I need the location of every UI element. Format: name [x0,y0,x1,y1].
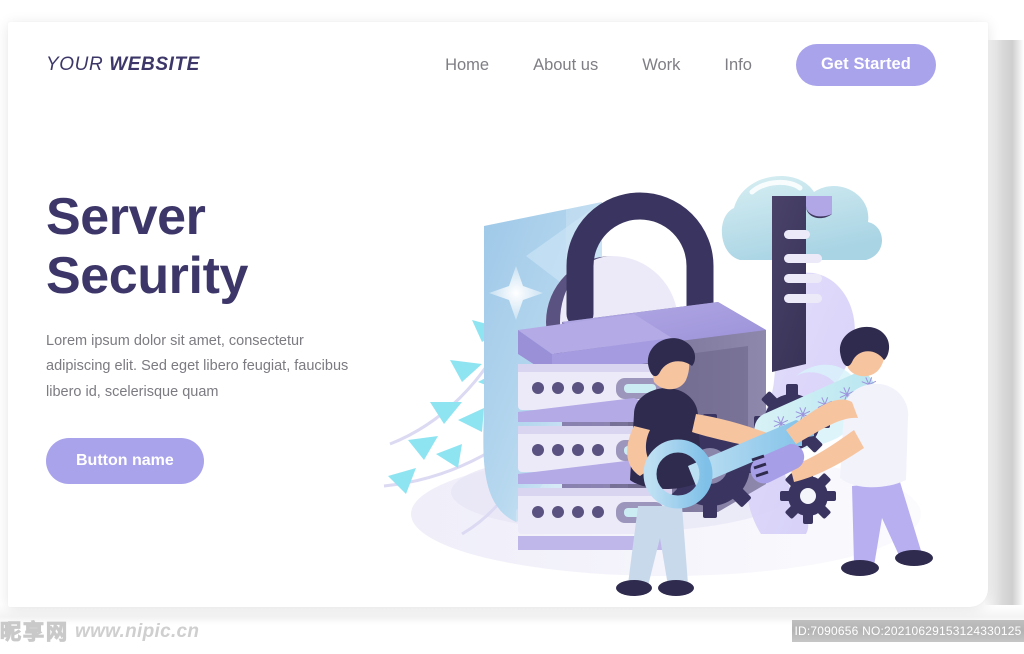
screenshot-root: YOUR WEBSITE Home About us Work Info Get… [0,0,1024,654]
site-header: YOUR WEBSITE Home About us Work Info Get… [8,22,988,108]
logo-word-bold: WEBSITE [109,54,200,75]
headline-line-2: Security [46,247,249,306]
watermark-char-1: 昵 [0,619,22,644]
site-logo[interactable]: YOUR WEBSITE [46,54,200,76]
headline-line-1: Server [46,188,206,246]
get-started-button[interactable]: Get Started [795,44,936,86]
hero-paragraph: Lorem ipsum dolor sit amet, consectetur … [46,332,349,401]
hero-illustration: ✳ ✳ ✳ ✳ ✳ [366,114,986,604]
main-navigation: Home About us Work Info Get Started [437,44,936,86]
nav-item-work[interactable]: Work [620,50,702,81]
watermark-char-3: 网 [46,619,68,644]
image-id-bar: ID:7090656 NO:20210629153124330125 [792,620,1024,642]
page-title: Server Security [46,188,386,307]
logo-word-light: YOUR [46,54,104,75]
watermark-logo: 昵 享 网 [0,619,68,644]
watermark-char-2: 享 [23,619,45,644]
hero-copy: Server Security Lorem ipsum dolor sit am… [46,188,386,484]
page-right-shadow [985,40,1024,618]
hero-cta-button[interactable]: Button name [46,437,204,484]
watermark-url: www.nipic.cn [75,621,200,642]
nav-item-home[interactable]: Home [437,50,511,81]
nav-item-info[interactable]: Info [702,50,774,81]
nav-item-about-us[interactable]: About us [511,50,620,81]
image-id-text: ID:7090656 NO:20210629153124330125 [794,624,1022,638]
watermark: 昵 享 网 www.nipic.cn [0,615,300,649]
website-page-card: YOUR WEBSITE Home About us Work Info Get… [8,22,988,607]
